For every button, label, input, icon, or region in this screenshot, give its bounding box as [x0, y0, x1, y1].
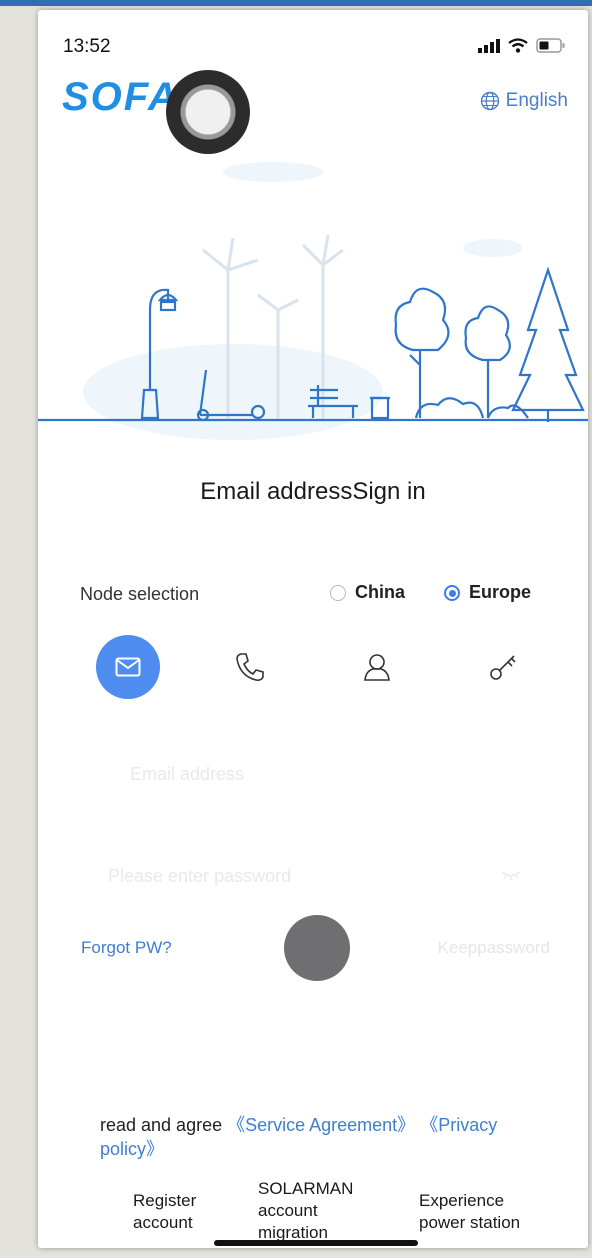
page-title: Email addressSign in	[200, 478, 426, 505]
tab-account[interactable]	[345, 635, 409, 699]
touch-indicator	[166, 70, 250, 154]
solarman-migration-link[interactable]: SOLARMAN account migration	[258, 1178, 368, 1246]
touch-indicator-dot	[284, 915, 350, 981]
battery-icon	[536, 38, 565, 53]
agreement-text: read and agree 《Service Agreement》 《Priv…	[100, 1113, 550, 1161]
phone-icon	[236, 653, 264, 681]
forgot-password-link[interactable]: Forgot PW?	[81, 938, 172, 958]
experience-power-station-link[interactable]: Experience power station	[419, 1190, 549, 1234]
globe-icon	[480, 91, 499, 111]
language-selector[interactable]: English	[480, 90, 568, 112]
tab-email[interactable]	[96, 635, 160, 699]
mail-icon	[115, 657, 141, 677]
email-field[interactable]: Email address	[130, 764, 244, 785]
phone-screen: 13:52 SOFAR English Email addressSign in…	[38, 10, 588, 1248]
node-option-label: China	[355, 582, 406, 602]
language-label: English	[505, 90, 568, 111]
node-option-europe[interactable]: Europe	[444, 582, 531, 603]
user-icon	[364, 654, 390, 681]
register-account-link[interactable]: Register account	[133, 1190, 223, 1234]
node-selection-label: Node selection	[80, 584, 200, 604]
node-option-china[interactable]: China	[330, 582, 405, 603]
tab-phone[interactable]	[218, 635, 282, 699]
status-icons	[478, 38, 566, 53]
home-indicator	[214, 1240, 418, 1246]
signal-icon	[478, 38, 500, 53]
tab-key[interactable]	[471, 635, 535, 699]
node-option-label: Europe	[469, 582, 532, 602]
status-time: 13:52	[63, 36, 111, 57]
agreement-prefix: read and agree	[100, 1115, 228, 1135]
eye-closed-icon[interactable]	[500, 870, 522, 880]
key-icon	[490, 655, 516, 680]
park-illustration	[38, 162, 588, 440]
window-frame-top	[0, 0, 592, 6]
radio-china[interactable]	[330, 584, 346, 601]
wifi-icon	[508, 38, 528, 53]
service-agreement-link[interactable]: 《Service Agreement》	[227, 1115, 415, 1135]
password-field[interactable]: Please enter password	[108, 866, 291, 887]
keep-password-checkbox[interactable]: Keeppassword	[438, 938, 550, 958]
radio-europe[interactable]	[444, 584, 460, 601]
